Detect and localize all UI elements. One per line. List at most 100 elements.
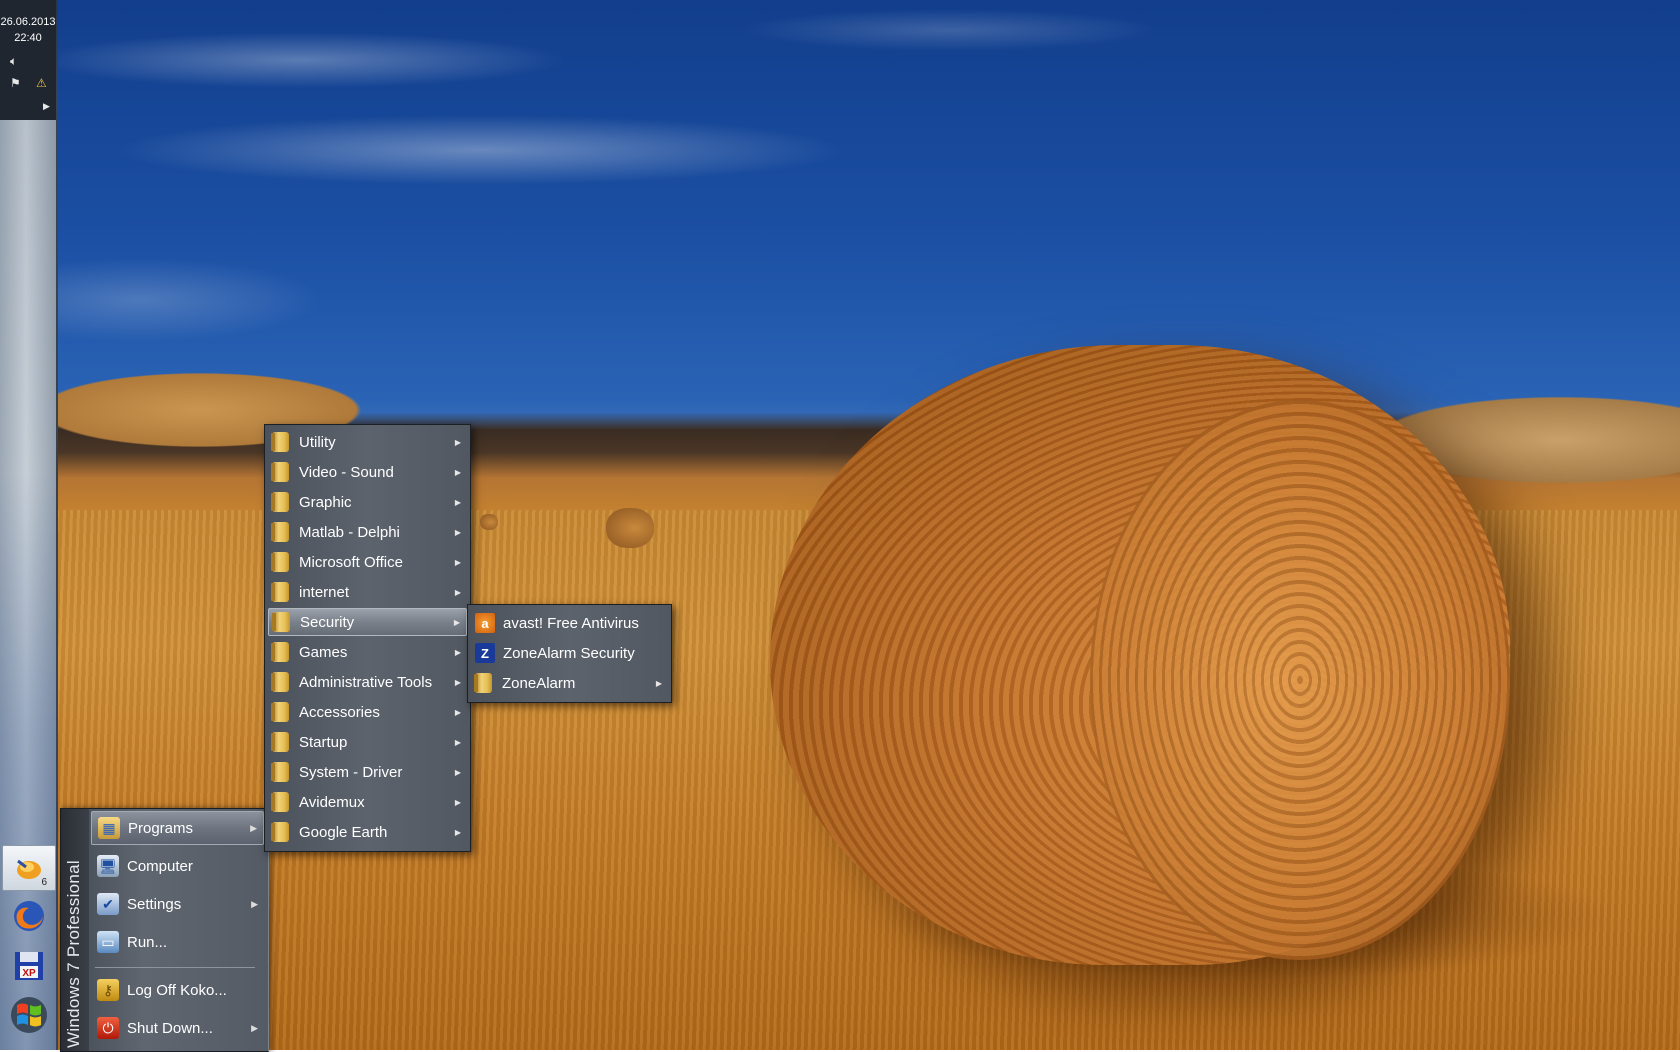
tray-time[interactable]: 22:40 xyxy=(0,32,56,44)
programs-item-video-sound[interactable]: Video - Sound ▶ xyxy=(268,458,467,486)
programs-item-system-driver[interactable]: System - Driver ▶ xyxy=(268,758,467,786)
menu-item-label: ZoneAlarm Security xyxy=(503,644,635,662)
start-menu-settings[interactable]: ✔ Settings ▶ xyxy=(91,887,264,921)
menu-item-label: Utility xyxy=(299,433,336,451)
folder-icon xyxy=(271,732,289,752)
menu-item-label: ZoneAlarm xyxy=(502,674,576,692)
programs-item-microsoft-office[interactable]: Microsoft Office ▶ xyxy=(268,548,467,576)
submenu-arrow-icon: ▶ xyxy=(454,557,461,567)
start-menu-item-label: Programs xyxy=(128,819,194,837)
submenu-arrow-icon: ▶ xyxy=(454,467,461,477)
network-warning-icon[interactable]: ⚠ xyxy=(36,76,47,90)
start-menu-separator xyxy=(95,967,255,968)
security-item-zonealarm-security[interactable]: Z ZoneAlarm Security xyxy=(471,639,668,667)
programs-item-startup[interactable]: Startup ▶ xyxy=(268,728,467,756)
folder-icon xyxy=(271,642,289,662)
avast-icon: a xyxy=(475,613,495,633)
folder-icon xyxy=(271,762,289,782)
folder-icon xyxy=(271,522,289,542)
menu-item-label: Security xyxy=(300,613,355,631)
submenu-arrow-icon: ▶ xyxy=(454,587,461,597)
programs-item-graphic[interactable]: Graphic ▶ xyxy=(268,488,467,516)
programs-item-games[interactable]: Games ▶ xyxy=(268,638,467,666)
action-center-flag-icon[interactable]: ⚑ xyxy=(10,76,21,90)
programs-item-administrative-tools[interactable]: Administrative Tools ▶ xyxy=(268,668,467,696)
start-menu-item-label: Log Off Koko... xyxy=(127,981,227,999)
security-submenu: a avast! Free Antivirus Z ZoneAlarm Secu… xyxy=(467,604,672,703)
menu-item-label: System - Driver xyxy=(299,763,403,781)
submenu-arrow-icon: ▶ xyxy=(454,707,461,717)
submenu-arrow-icon: ▶ xyxy=(454,647,461,657)
windows-logo-icon xyxy=(11,997,47,1033)
file-manager-icon xyxy=(17,859,41,879)
menu-item-label: Accessories xyxy=(299,703,380,721)
menu-item-label: Administrative Tools xyxy=(299,673,433,691)
programs-item-utility[interactable]: Utility ▶ xyxy=(268,428,467,456)
start-menu-computer[interactable]: 🖥︎ Computer xyxy=(91,849,264,883)
menu-item-label: Video - Sound xyxy=(299,463,394,481)
submenu-arrow-icon: ▶ xyxy=(454,737,461,747)
folder-icon xyxy=(271,492,289,512)
submenu-arrow-icon: ▶ xyxy=(454,797,461,807)
tray-date[interactable]: 26.06.2013 xyxy=(0,16,56,28)
security-item-avast[interactable]: a avast! Free Antivirus xyxy=(471,609,668,637)
menu-item-label: Microsoft Office xyxy=(299,553,403,571)
folder-icon xyxy=(271,582,289,602)
xp-mode-icon: XP xyxy=(15,952,43,980)
folder-icon xyxy=(271,702,289,722)
folder-icon xyxy=(271,822,289,842)
start-menu: Windows 7 Professional ▦ Programs ▶ 🖥︎ C… xyxy=(60,808,269,1052)
small-hay-bale xyxy=(480,514,498,530)
start-menu-item-label: Run... xyxy=(127,933,168,951)
menu-item-label: internet xyxy=(299,583,350,601)
taskbar: 26.06.2013 22:40 🔈︎ ⚑ ⚠ ▶ 6 XP xyxy=(0,0,58,1050)
folder-icon xyxy=(474,673,492,693)
start-menu-shut-down[interactable]: ⏻ Shut Down... ▶ xyxy=(91,1011,264,1045)
programs-item-avidemux[interactable]: Avidemux ▶ xyxy=(268,788,467,816)
taskbar-badge: 6 xyxy=(41,877,47,888)
submenu-arrow-icon: ▶ xyxy=(453,617,460,627)
menu-item-label: Google Earth xyxy=(299,823,388,841)
programs-submenu: Utility ▶ Video - Sound ▶ Graphic ▶ Matlab - D… xyxy=(264,424,471,852)
power-icon: ⏻ xyxy=(97,1017,119,1039)
submenu-arrow-icon: ▶ xyxy=(454,677,461,687)
start-menu-item-label: Computer xyxy=(127,857,193,875)
start-menu-run[interactable]: ▭ Run... xyxy=(91,925,264,959)
submenu-arrow-icon: ▶ xyxy=(454,497,461,507)
programs-folder-icon: ▦ xyxy=(98,817,120,839)
taskbar-button-start[interactable] xyxy=(4,993,54,1037)
folder-icon xyxy=(271,672,289,692)
submenu-arrow-icon: ▶ xyxy=(251,898,258,909)
speaker-icon[interactable]: 🔈︎ xyxy=(10,54,17,69)
start-menu-brand: Windows 7 Professional xyxy=(64,859,83,1048)
key-icon: ⚷ xyxy=(97,979,119,1001)
start-menu-log-off[interactable]: ⚷ Log Off Koko... xyxy=(91,973,264,1007)
zonealarm-icon: Z xyxy=(475,643,495,663)
menu-item-label: Startup xyxy=(299,733,348,751)
folder-icon xyxy=(271,552,289,572)
system-tray: 26.06.2013 22:40 🔈︎ ⚑ ⚠ ▶ xyxy=(0,0,56,120)
taskbar-button-launcher[interactable]: 6 xyxy=(2,845,56,891)
taskbar-button-xp-mode[interactable]: XP xyxy=(4,944,54,988)
programs-item-security[interactable]: Security ▶ xyxy=(268,608,467,636)
firefox-icon xyxy=(14,901,44,931)
submenu-arrow-icon: ▶ xyxy=(251,1022,258,1033)
svg-text:XP: XP xyxy=(22,968,36,979)
programs-item-accessories[interactable]: Accessories ▶ xyxy=(268,698,467,726)
folder-icon xyxy=(271,432,289,452)
submenu-arrow-icon: ▶ xyxy=(454,437,461,447)
taskbar-button-firefox[interactable] xyxy=(4,894,54,938)
programs-item-google-earth[interactable]: Google Earth ▶ xyxy=(268,818,467,846)
tray-expand-arrow-icon[interactable]: ▶ xyxy=(43,102,50,112)
start-menu-item-label: Shut Down... xyxy=(127,1019,213,1037)
security-item-zonealarm-folder[interactable]: ZoneAlarm ▶ xyxy=(471,669,668,697)
folder-icon xyxy=(272,612,290,632)
submenu-arrow-icon: ▶ xyxy=(250,822,257,833)
start-menu-item-label: Settings xyxy=(127,895,182,913)
programs-item-matlab-delphi[interactable]: Matlab - Delphi ▶ xyxy=(268,518,467,546)
programs-item-internet[interactable]: internet ▶ xyxy=(268,578,467,606)
submenu-arrow-icon: ▶ xyxy=(454,767,461,777)
run-icon: ▭ xyxy=(97,931,119,953)
menu-item-label: avast! Free Antivirus xyxy=(503,614,639,632)
start-menu-programs[interactable]: ▦ Programs ▶ xyxy=(91,811,264,845)
